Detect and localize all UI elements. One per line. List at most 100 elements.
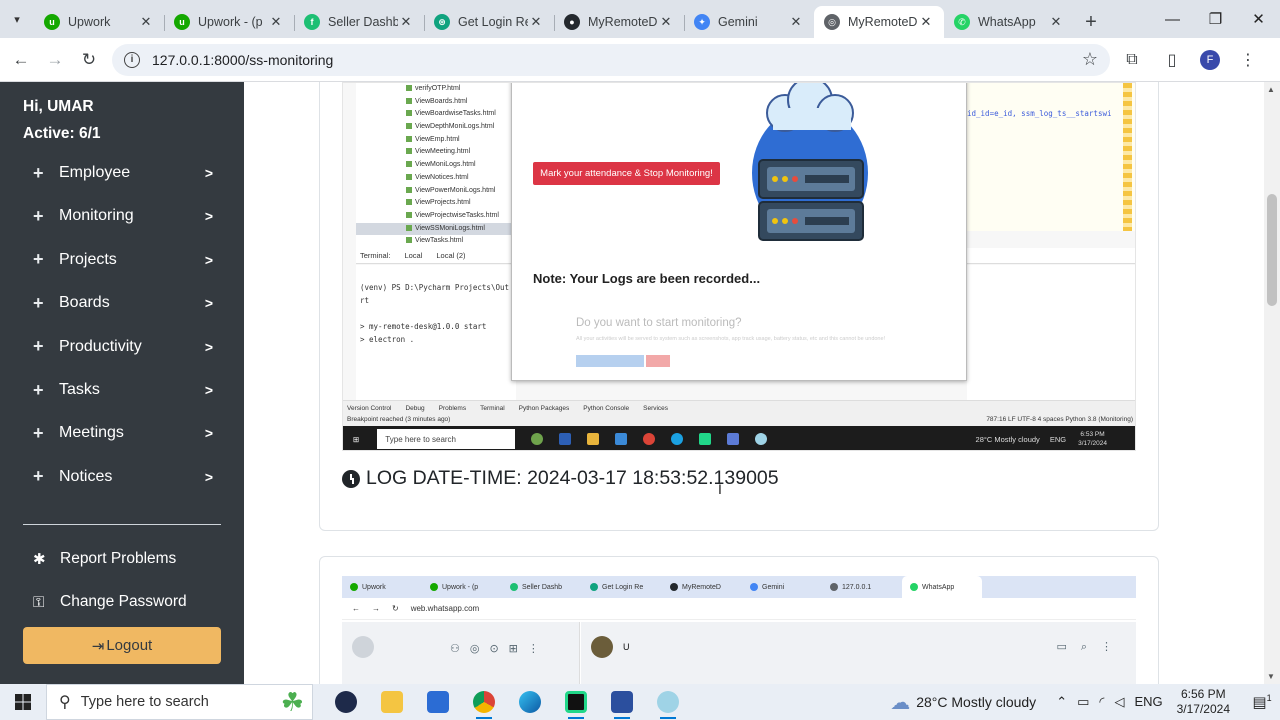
extensions-icon[interactable]: ⧉ (1120, 51, 1144, 69)
logout-icon: ⇥ (91, 637, 105, 655)
screenshot-tab-title: MyRemoteD (682, 583, 721, 591)
tab-close-icon[interactable]: ✕ (268, 14, 284, 30)
language-indicator[interactable]: ENG (1134, 694, 1162, 710)
whatsapp-view: ⚇◎⊙⊞⋮ U ▭⌕⋮ (342, 622, 1136, 684)
log-screenshot[interactable]: verifyOTP.html ViewBoards.html ViewBoardwi… (342, 82, 1136, 451)
forward-button[interactable]: → (38, 50, 72, 70)
screenshot-tab-title: Upwork - (p (442, 583, 479, 591)
volume-icon[interactable]: ◁ (1114, 694, 1124, 710)
tab-close-icon[interactable]: ✕ (918, 14, 934, 30)
back-button[interactable]: ← (4, 50, 38, 70)
mini-clover-icon (531, 433, 544, 445)
sidebar-item-boards[interactable]: + Boards > (33, 290, 213, 316)
scrollbar-thumb[interactable] (1267, 194, 1277, 306)
screenshot-tab: 127.0.0.1 (822, 583, 902, 591)
taskbar-app-pycharm[interactable] (553, 684, 599, 720)
screenshot-tab: Upwork - (p (422, 583, 502, 591)
taskbar-app-vscode[interactable] (599, 684, 645, 720)
ide-tool-tab: Python Packages (518, 405, 570, 412)
plus-icon: + (33, 422, 44, 443)
file-tree-item: ViewDepthMoniLogs.html (356, 121, 511, 134)
ide-tool-tab: Debug (405, 405, 425, 412)
sidebar-item-meetings[interactable]: + Meetings > (33, 420, 213, 446)
battery-icon[interactable]: ▭ (1077, 694, 1089, 710)
taskbar-app-remote[interactable] (323, 684, 369, 720)
user-greeting: Hi, UMAR (23, 98, 94, 115)
tab-favicon-icon: ● (564, 14, 580, 30)
taskbar-search[interactable]: ⚲ Type here to search ☘ (46, 684, 313, 720)
ide-tool-tab: Problems (438, 405, 467, 412)
weather-widget[interactable]: ☁ 28°C Mostly cloudy (890, 690, 1036, 715)
taskbar-app-edge[interactable] (507, 684, 553, 720)
browser-menu-icon[interactable]: ⋮ (1236, 50, 1260, 70)
tab-close-icon[interactable]: ✕ (788, 14, 804, 30)
ide-tool-tabs: Version Control Debug Problems Terminal Pyth… (347, 403, 1133, 414)
text-cursor-icon: I (718, 481, 722, 497)
tab-title: WhatsApp (978, 15, 1036, 29)
taskbar-app-explorer[interactable] (369, 684, 415, 720)
reload-button[interactable]: ↻ (72, 50, 106, 70)
browser-tab[interactable]: f Seller Dashb ✕ (294, 6, 424, 38)
show-hidden-icons[interactable]: ⌃ (1056, 694, 1067, 710)
tab-close-icon[interactable]: ✕ (138, 14, 154, 30)
tab-search-menu[interactable]: ▾ (0, 0, 34, 38)
mini-date: 3/17/2024 (1078, 440, 1107, 447)
tab-close-icon[interactable]: ✕ (658, 14, 674, 30)
ide-status-left: Breakpoint reached (3 minutes ago) (347, 416, 451, 423)
chrome-icon (473, 691, 495, 713)
terminal-tab: Terminal: (360, 251, 391, 260)
mini-chrome-icon (643, 433, 656, 445)
sidebar-item-productivity[interactable]: + Productivity > (33, 334, 213, 360)
screenshot-tab-title: Upwork (362, 583, 386, 591)
browser-tab[interactable]: ✆ WhatsApp ✕ (944, 6, 1074, 38)
edge-icon (519, 691, 541, 713)
taskbar-app-chrome[interactable] (461, 684, 507, 720)
page-scrollbar[interactable]: ▲ ▼ (1264, 82, 1280, 684)
report-problems-link[interactable]: ✱ Report Problems (33, 550, 176, 568)
profile-avatar[interactable]: F (1200, 49, 1220, 70)
sidebar-item-monitoring[interactable]: + Monitoring > (33, 203, 213, 229)
browser-tab[interactable]: ✦ Gemini ✕ (684, 6, 814, 38)
scroll-up-arrow[interactable]: ▲ (1267, 85, 1275, 94)
tab-close-icon[interactable]: ✕ (528, 14, 544, 30)
wifi-icon[interactable]: ◜ (1099, 694, 1104, 710)
browser-tab[interactable]: ◎ MyRemoteD ✕ (814, 6, 944, 38)
notification-center-button[interactable]: ▤1 (1244, 693, 1280, 711)
windows-start-button[interactable] (0, 684, 46, 720)
minimize-button[interactable]: — (1151, 0, 1194, 38)
terminal-right-panel (967, 265, 1135, 400)
address-bar[interactable]: i 127.0.0.1:8000/ss-monitoring ☆ (112, 43, 1110, 76)
sidebar-item-tasks[interactable]: + Tasks > (33, 377, 213, 403)
taskbar-app-electron[interactable] (645, 684, 691, 720)
tab-favicon-icon: ◎ (824, 14, 840, 30)
sidebar-item-employee[interactable]: + Employee > (33, 160, 213, 186)
server-cloud-illustration (752, 83, 868, 241)
new-tab-button[interactable]: + (1074, 6, 1108, 38)
scroll-down-arrow[interactable]: ▼ (1267, 672, 1275, 681)
site-info-icon[interactable]: i (124, 51, 140, 68)
logout-button[interactable]: ⇥ Logout (23, 627, 221, 664)
sidebar-item-notices[interactable]: + Notices > (33, 464, 213, 490)
browser-tab[interactable]: ⊛ Get Login Re ✕ (424, 6, 554, 38)
browser-tab[interactable]: u Upwork - (p ✕ (164, 6, 294, 38)
tab-favicon-icon: ✦ (694, 14, 710, 30)
windows-logo-icon (15, 694, 31, 710)
mini-app-icon (559, 433, 572, 445)
bookmark-star-icon[interactable]: ☆ (1082, 49, 1098, 70)
taskbar-clock[interactable]: 6:56 PM 3/17/2024 (1177, 687, 1230, 717)
tab-close-icon[interactable]: ✕ (1048, 14, 1064, 30)
notification-count: 1 (1266, 693, 1272, 703)
screenshot-tab: Seller Dashb (502, 583, 582, 591)
log-screenshot[interactable]: Upwork Upwork - (p Seller Dashb Get Login R… (342, 576, 1136, 684)
browser-tab[interactable]: ● MyRemoteD ✕ (554, 6, 684, 38)
restore-button[interactable]: ❐ (1194, 0, 1237, 38)
change-password-link[interactable]: ⚿ Change Password (33, 593, 187, 611)
tab-close-icon[interactable]: ✕ (398, 14, 414, 30)
chevron-right-icon: > (204, 208, 213, 225)
browser-tab[interactable]: u Upwork ✕ (34, 6, 164, 38)
sidebar-item-projects[interactable]: + Projects > (33, 247, 213, 273)
tab-favicon-icon: f (304, 14, 320, 30)
side-panel-icon[interactable]: ▯ (1160, 50, 1184, 70)
taskbar-app-store[interactable] (415, 684, 461, 720)
close-window-button[interactable]: ✕ (1237, 0, 1280, 38)
